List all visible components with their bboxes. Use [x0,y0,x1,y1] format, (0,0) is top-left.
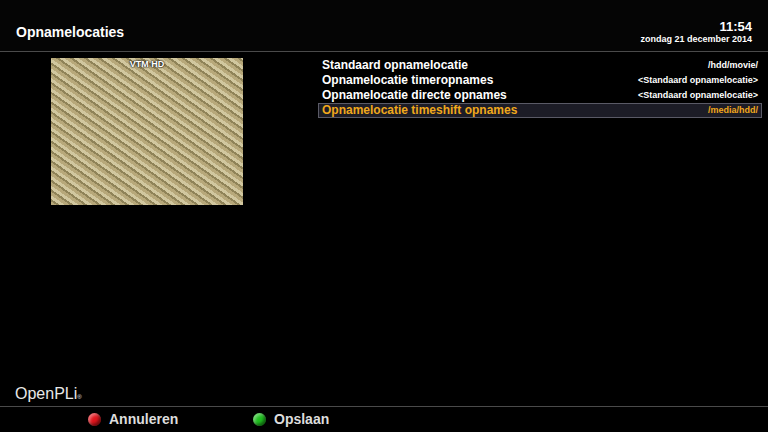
setting-value: /hdd/movie/ [708,59,758,72]
setting-row[interactable]: Opnamelocatie timeshift opnames/media/hd… [318,103,762,118]
screen-title: Opnamelocaties [16,24,124,45]
logo-mark: ® [77,394,81,400]
channel-name: VTM HD [51,58,243,72]
button-label: Annuleren [109,409,178,430]
color-key-icon [88,413,101,426]
logo-text: OpenPLi [15,385,77,402]
color-key-icon [253,413,266,426]
openpli-logo: OpenPLi® [0,386,768,406]
settings-list: Standaard opnamelocatie/hdd/movie/Opname… [318,58,762,386]
button-label: Opslaan [274,409,329,430]
preview-column: VTM HD [0,58,318,386]
clock: 11:54zondag 21 december 2014 [640,20,752,45]
setting-label: Opnamelocatie timeshift opnames [322,104,517,117]
setting-row[interactable]: Opnamelocatie timeropnames <Standaard opn… [318,73,762,88]
header-bar: Opnamelocaties 11:54zondag 21 december 20… [0,0,768,52]
clock-time: 11:54 [640,20,752,34]
button-bar: Annuleren Opslaan [0,406,768,432]
clock-date: zondag 21 december 2014 [640,34,752,45]
video-preview: VTM HD [51,58,243,205]
setting-row[interactable]: Opnamelocatie directe opnames <Standaard … [318,88,762,103]
setting-value: /media/hdd/ [708,104,758,117]
setting-row[interactable]: Standaard opnamelocatie/hdd/movie/ [318,58,762,73]
annuleren-button[interactable]: Annuleren [88,409,253,430]
opslaan-button[interactable]: Opslaan [253,409,418,430]
setting-value: <Standaard opnamelocatie> [638,74,758,87]
setting-label: Opnamelocatie directe opnames [322,89,507,102]
setting-label: Standaard opnamelocatie [322,59,468,72]
setting-label: Opnamelocatie timeropnames [322,74,493,87]
main-area: VTM HD Standaard opnamelocatie/hdd/movie/… [0,52,768,386]
setting-value: <Standaard opnamelocatie> [638,89,758,102]
